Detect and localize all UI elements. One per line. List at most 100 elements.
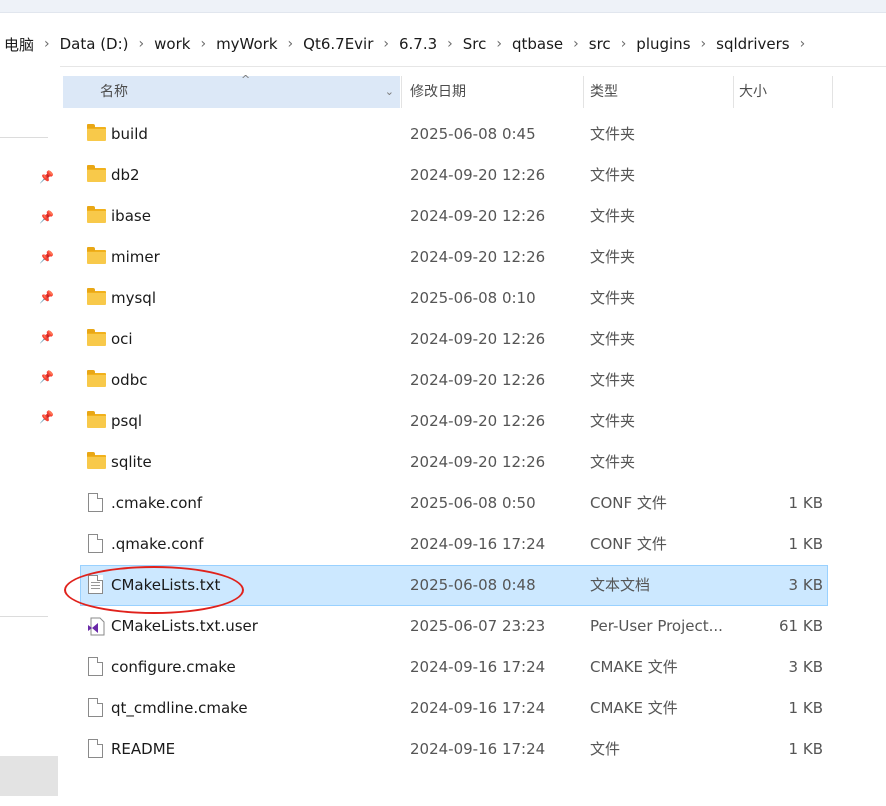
file-date: 2024-09-20 12:26 [410, 453, 546, 471]
folder-icon [87, 370, 106, 387]
file-name: .qmake.conf [111, 535, 204, 553]
file-row[interactable]: odbc 2024-09-20 12:26 文件夹 [80, 360, 828, 401]
file-icon [88, 657, 103, 676]
file-name: CMakeLists.txt.user [111, 617, 258, 635]
folder-icon [87, 411, 106, 428]
file-row[interactable]: CMakeLists.txt.user 2025-06-07 23:23 Per-U… [80, 606, 828, 647]
file-date: 2025-06-08 0:10 [410, 289, 536, 307]
breadcrumb-item[interactable]: Data (D:) [56, 35, 133, 53]
breadcrumb-item[interactable]: work [150, 35, 194, 53]
file-type: 文件夹 [590, 207, 636, 225]
file-row[interactable]: psql 2024-09-20 12:26 文件夹 [80, 401, 828, 442]
breadcrumb-item[interactable]: 电脑 [0, 34, 38, 55]
file-row[interactable]: db2 2024-09-20 12:26 文件夹 [80, 155, 828, 196]
chevron-down-icon[interactable]: ⌄ [385, 76, 394, 108]
column-divider[interactable] [733, 76, 734, 108]
chevron-right-icon[interactable]: › [490, 36, 508, 52]
file-row[interactable]: ibase 2024-09-20 12:26 文件夹 [80, 196, 828, 237]
file-row[interactable]: configure.cmake 2024-09-16 17:24 CMAKE 文件 3… [80, 647, 828, 688]
file-list: build 2025-06-08 0:45 文件夹 db2 2024-09-20 12:… [80, 114, 828, 770]
file-date: 2025-06-08 0:45 [410, 125, 536, 143]
column-divider[interactable] [832, 76, 833, 108]
file-row[interactable]: CMakeLists.txt 2025-06-08 0:48 文本文档 3 KB [80, 565, 828, 606]
sidebar-selected-item[interactable] [0, 756, 58, 796]
folder-icon [87, 452, 106, 469]
file-type: 文件夹 [590, 248, 636, 266]
breadcrumb-item[interactable]: Src [459, 35, 491, 53]
file-size: 1 KB [788, 535, 823, 553]
pin-icon[interactable]: 📌 [39, 410, 54, 424]
file-type: 文件夹 [590, 330, 636, 348]
file-row[interactable]: mimer 2024-09-20 12:26 文件夹 [80, 237, 828, 278]
file-row[interactable]: qt_cmdline.cmake 2024-09-16 17:24 CMAKE 文件… [80, 688, 828, 729]
chevron-right-icon[interactable]: › [615, 36, 633, 52]
address-bar[interactable]: 电脑 › Data (D:) › work › myWork › Qt6.7Evir › 6.7.3… [0, 22, 886, 67]
chevron-right-icon[interactable]: › [133, 36, 151, 52]
file-name: qt_cmdline.cmake [111, 699, 248, 717]
chevron-right-icon[interactable]: › [441, 36, 459, 52]
breadcrumb-item[interactable]: 6.7.3 [395, 35, 441, 53]
column-divider[interactable] [583, 76, 584, 108]
chevron-right-icon[interactable]: › [377, 36, 395, 52]
file-type: CMAKE 文件 [590, 699, 678, 717]
file-row[interactable]: .qmake.conf 2024-09-16 17:24 CONF 文件 1 KB [80, 524, 828, 565]
chevron-right-icon[interactable]: › [695, 36, 713, 52]
folder-icon [87, 124, 106, 141]
file-row[interactable]: .cmake.conf 2025-06-08 0:50 CONF 文件 1 KB [80, 483, 828, 524]
chevron-right-icon[interactable]: › [567, 36, 585, 52]
chevron-right-icon[interactable]: › [194, 36, 212, 52]
chevron-right-icon[interactable]: › [282, 36, 300, 52]
pin-icon[interactable]: 📌 [39, 330, 54, 344]
file-date: 2024-09-20 12:26 [410, 371, 546, 389]
file-size: 1 KB [788, 740, 823, 758]
navigation-pane[interactable]: 📌 📌 📌 📌 📌 📌 📌 [0, 66, 60, 806]
column-header-size[interactable]: 大小 [739, 76, 833, 108]
file-row[interactable]: oci 2024-09-20 12:26 文件夹 [80, 319, 828, 360]
file-size: 1 KB [788, 699, 823, 717]
folder-icon [87, 329, 106, 346]
file-name: sqlite [111, 453, 152, 471]
column-header-type[interactable]: 类型 [590, 76, 733, 108]
column-header-name[interactable]: ^ 名称 ⌄ [63, 73, 400, 108]
breadcrumb-item[interactable]: sqldrivers [712, 35, 793, 53]
pin-icon[interactable]: 📌 [39, 250, 54, 264]
breadcrumb: 电脑 › Data (D:) › work › myWork › Qt6.7Evir › 6.7.3… [0, 22, 811, 66]
breadcrumb-item[interactable]: plugins [632, 35, 694, 53]
breadcrumb-item[interactable]: Qt6.7Evir [299, 35, 377, 53]
folder-icon [87, 165, 106, 182]
file-row[interactable]: mysql 2025-06-08 0:10 文件夹 [80, 278, 828, 319]
folder-icon [87, 288, 106, 305]
file-row[interactable]: sqlite 2024-09-20 12:26 文件夹 [80, 442, 828, 483]
column-header-date[interactable]: 修改日期 [410, 76, 583, 108]
sidebar-divider [0, 616, 48, 617]
file-type: 文件夹 [590, 412, 636, 430]
file-icon [88, 739, 103, 758]
file-type: 文件夹 [590, 289, 636, 307]
visual-studio-icon [88, 617, 105, 636]
file-type: CMAKE 文件 [590, 658, 678, 676]
folder-icon [87, 206, 106, 223]
file-date: 2024-09-20 12:26 [410, 207, 546, 225]
file-size: 3 KB [788, 576, 823, 594]
file-row[interactable]: build 2025-06-08 0:45 文件夹 [80, 114, 828, 155]
folder-icon [87, 247, 106, 264]
file-date: 2024-09-20 12:26 [410, 412, 546, 430]
file-name: mysql [111, 289, 156, 307]
pin-icon[interactable]: 📌 [39, 210, 54, 224]
breadcrumb-item[interactable]: myWork [212, 35, 281, 53]
pin-icon[interactable]: 📌 [39, 290, 54, 304]
chevron-right-icon[interactable]: › [794, 36, 812, 52]
column-header-name-label: 名称 [100, 84, 128, 100]
chevron-right-icon[interactable]: › [38, 36, 56, 52]
breadcrumb-item[interactable]: qtbase [508, 35, 567, 53]
breadcrumb-item[interactable]: src [585, 35, 615, 53]
file-icon [88, 493, 103, 512]
file-row[interactable]: README 2024-09-16 17:24 文件 1 KB [80, 729, 828, 770]
file-date: 2024-09-16 17:24 [410, 658, 546, 676]
pin-icon[interactable]: 📌 [39, 170, 54, 184]
column-header-row: ^ 名称 ⌄ 修改日期 类型 大小 [63, 73, 833, 108]
file-name: configure.cmake [111, 658, 236, 676]
file-type: CONF 文件 [590, 494, 667, 512]
column-divider[interactable] [401, 76, 402, 108]
pin-icon[interactable]: 📌 [39, 370, 54, 384]
